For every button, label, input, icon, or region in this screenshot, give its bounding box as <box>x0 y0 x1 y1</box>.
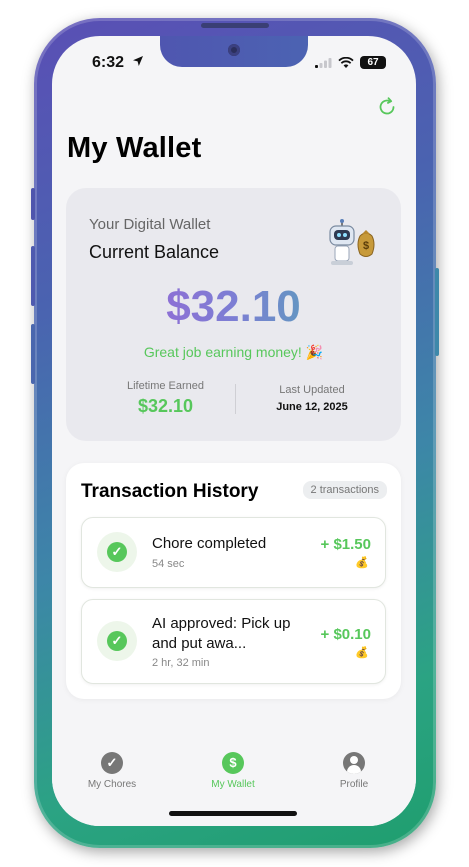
tab-label: Profile <box>339 779 369 790</box>
tab-my-chores[interactable]: ✓ My Chores <box>62 752 162 790</box>
wallet-title: Current Balance <box>89 242 220 262</box>
tab-my-wallet[interactable]: $ My Wallet <box>183 752 283 790</box>
last-updated: Last Updated June 12, 2025 <box>253 384 371 413</box>
last-updated-label: Last Updated <box>279 384 345 396</box>
transaction-row[interactable]: ✓ Chore completed 54 sec + $1.50 💰 <box>81 517 386 588</box>
money-bag-icon: 💰 <box>355 557 369 569</box>
stats-divider <box>235 384 236 414</box>
status-time: 6:32 <box>92 54 125 71</box>
page-title: My Wallet <box>67 132 202 164</box>
svg-text:$: $ <box>363 240 369 252</box>
power-button <box>435 268 439 356</box>
last-updated-value: June 12, 2025 <box>276 401 348 413</box>
check-icon: ✓ <box>101 752 123 774</box>
transaction-time: 2 hr, 32 min <box>152 657 210 669</box>
transaction-status: ✓ <box>97 532 137 572</box>
status-icons: 67 <box>315 56 386 69</box>
volume-down-button <box>31 324 35 384</box>
transaction-amount: + $1.50 <box>320 536 371 553</box>
lifetime-earned-label: Lifetime Earned <box>126 380 205 392</box>
lifetime-earned: Lifetime Earned $32.10 <box>108 380 223 417</box>
encouragement-text: Great job earning money! 🎉 <box>143 344 324 360</box>
money-bag-icon: 💰 <box>355 647 369 659</box>
wallet-card: Your Digital Wallet Current Balance $ $3… <box>66 188 401 441</box>
home-indicator[interactable] <box>169 811 297 816</box>
transaction-history-heading: Transaction History <box>81 481 259 502</box>
checkmark-icon: ✓ <box>107 542 127 562</box>
transaction-time: 54 sec <box>152 558 185 570</box>
transaction-title: AI approved: Pick up and put awa... <box>152 615 291 652</box>
transaction-history-card: Transaction History 2 transactions ✓ Cho… <box>66 463 401 699</box>
wallet-subtitle: Your Digital Wallet <box>89 216 211 233</box>
battery-indicator: 67 <box>360 56 386 69</box>
wifi-icon <box>338 56 354 68</box>
screen: 6:32 67 My Wallet Your Digital Wallet Cu… <box>52 36 416 826</box>
current-balance: $32.10 <box>66 282 401 332</box>
person-icon <box>343 752 365 774</box>
checkmark-icon: ✓ <box>107 631 127 651</box>
tab-label: My Wallet <box>211 779 255 790</box>
action-button <box>31 188 35 220</box>
signal-icon <box>315 58 332 68</box>
robot-money-icon: $ <box>329 219 375 265</box>
earpiece-speaker <box>201 23 269 28</box>
tab-profile[interactable]: Profile <box>304 752 404 790</box>
transaction-status: ✓ <box>97 621 137 661</box>
volume-up-button <box>31 246 35 306</box>
transaction-amount: + $0.10 <box>320 626 371 643</box>
tab-label: My Chores <box>87 779 137 790</box>
dollar-icon: $ <box>222 752 244 774</box>
transaction-count-badge: 2 transactions <box>302 481 387 499</box>
refresh-icon[interactable] <box>376 96 398 118</box>
lifetime-earned-value: $32.10 <box>137 396 194 416</box>
camera-icon <box>228 44 240 56</box>
transaction-title: Chore completed <box>152 535 267 552</box>
location-arrow-icon <box>133 56 143 66</box>
transaction-row[interactable]: ✓ AI approved: Pick up and put awa... 2 … <box>81 599 386 684</box>
